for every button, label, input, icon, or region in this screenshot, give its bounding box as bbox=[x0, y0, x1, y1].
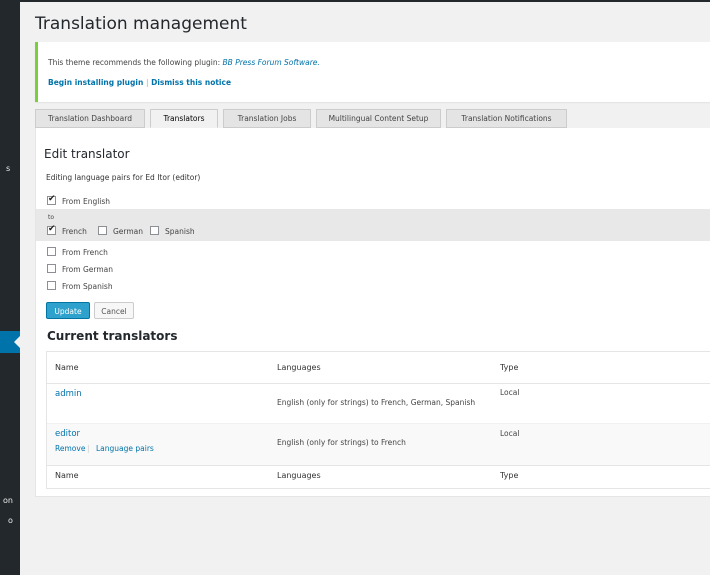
tab-bar: Translation Dashboard Translators Transl… bbox=[35, 109, 710, 129]
footer-header-languages: Languages bbox=[277, 471, 321, 480]
sidebar-item-label[interactable]: on bbox=[3, 496, 13, 505]
column-header-name: Name bbox=[55, 363, 79, 372]
french-checkbox[interactable] bbox=[47, 224, 56, 235]
spanish-checkbox[interactable] bbox=[150, 226, 159, 235]
german-checkbox[interactable] bbox=[98, 226, 107, 235]
translator-languages: English (only for strings) to French bbox=[277, 438, 406, 447]
from-french-label: From French bbox=[62, 248, 108, 257]
tab-translators[interactable]: Translators bbox=[150, 109, 218, 128]
translator-languages: English (only for strings) to French, Ge… bbox=[277, 398, 476, 407]
row-action-separator: | bbox=[87, 444, 90, 453]
translators-table: Name Languages Type admin English (only … bbox=[46, 351, 710, 489]
plugin-link[interactable]: BB Press Forum Software. bbox=[223, 58, 320, 67]
plugin-notice: This theme recommends the following plug… bbox=[35, 42, 710, 102]
begin-installing-link[interactable]: Begin installing plugin bbox=[48, 78, 143, 87]
german-label: German bbox=[113, 227, 144, 236]
notice-actions: Begin installing plugin | Dismiss this n… bbox=[48, 78, 231, 87]
tab-translation-notifications[interactable]: Translation Notifications bbox=[446, 109, 567, 128]
footer-header-type: Type bbox=[500, 471, 519, 480]
from-french-checkbox[interactable] bbox=[47, 247, 56, 256]
footer-header-name: Name bbox=[55, 471, 79, 480]
table-row: editor Remove | Language pairs English (… bbox=[47, 423, 710, 466]
notice-text: This theme recommends the following plug… bbox=[48, 58, 320, 67]
tab-translation-dashboard[interactable]: Translation Dashboard bbox=[35, 109, 145, 128]
edit-subtitle: Editing language pairs for Ed Itor (edit… bbox=[46, 173, 201, 182]
tab-multilingual-content-setup[interactable]: Multilingual Content Setup bbox=[316, 109, 441, 128]
edit-translator-heading: Edit translator bbox=[44, 147, 130, 161]
tab-translation-jobs[interactable]: Translation Jobs bbox=[223, 109, 311, 128]
from-german-checkbox[interactable] bbox=[47, 264, 56, 273]
from-english-label: From English bbox=[62, 197, 111, 206]
admin-top-bar bbox=[0, 0, 710, 2]
from-spanish-label: From Spanish bbox=[62, 282, 113, 291]
notice-message: This theme recommends the following plug… bbox=[48, 58, 221, 67]
current-translators-heading: Current translators bbox=[47, 329, 178, 343]
update-button[interactable]: Update bbox=[46, 302, 90, 319]
header-divider bbox=[47, 383, 710, 384]
sidebar-active-arrow-icon bbox=[14, 336, 20, 348]
translator-name-link[interactable]: admin bbox=[55, 389, 82, 399]
sidebar-item-label[interactable]: s bbox=[6, 164, 10, 173]
page-title: Translation management bbox=[35, 14, 247, 34]
from-spanish-checkbox[interactable] bbox=[47, 281, 56, 290]
target-languages-row bbox=[36, 209, 710, 241]
translator-type: Local bbox=[500, 388, 520, 397]
from-german-label: From German bbox=[62, 265, 113, 274]
admin-sidebar: s on o bbox=[0, 0, 20, 575]
cancel-button[interactable]: Cancel bbox=[94, 302, 134, 319]
dismiss-notice-link[interactable]: Dismiss this notice bbox=[151, 78, 231, 87]
column-header-type: Type bbox=[500, 363, 519, 372]
spanish-label: Spanish bbox=[165, 227, 195, 236]
to-label: to bbox=[48, 214, 55, 221]
translators-panel: Edit translator Editing language pairs f… bbox=[35, 128, 710, 497]
notice-separator: | bbox=[145, 78, 149, 87]
french-label: French bbox=[62, 227, 87, 236]
from-english-checkbox[interactable] bbox=[47, 194, 56, 205]
translator-name-link[interactable]: editor bbox=[55, 429, 80, 439]
language-pairs-link[interactable]: Language pairs bbox=[96, 444, 154, 453]
sidebar-item-label[interactable]: o bbox=[8, 516, 13, 525]
remove-link[interactable]: Remove bbox=[55, 444, 85, 453]
translator-type: Local bbox=[500, 429, 520, 438]
column-header-languages: Languages bbox=[277, 363, 321, 372]
